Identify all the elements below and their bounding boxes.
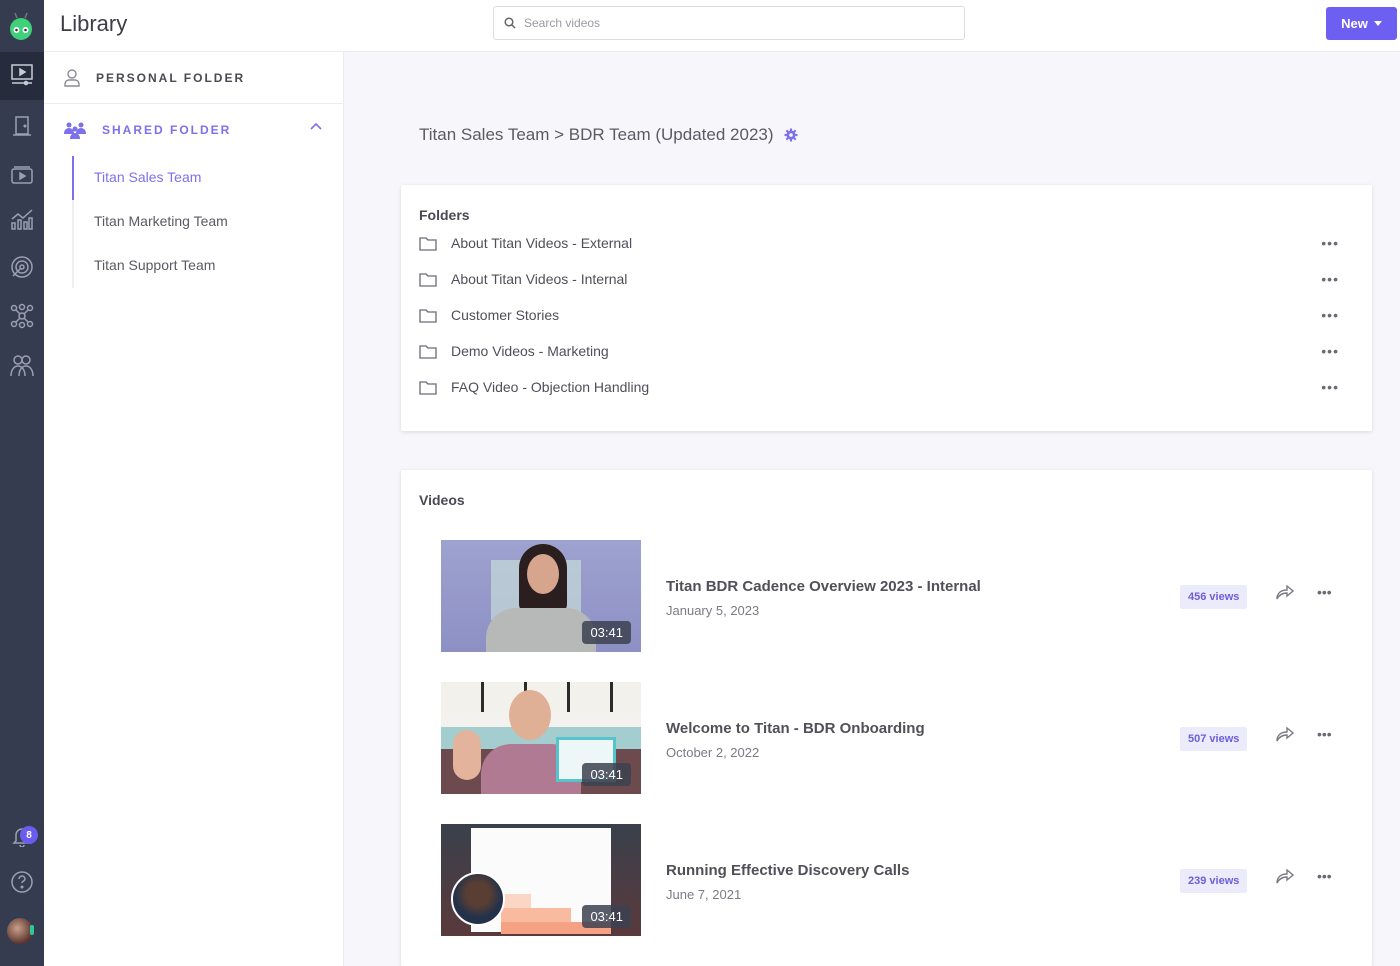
folder-name: Customer Stories bbox=[451, 307, 560, 323]
folder-name: About Titan Videos - External bbox=[451, 235, 633, 251]
folder-name: Demo Videos - Marketing bbox=[451, 343, 609, 359]
more-options-icon[interactable]: ••• bbox=[1321, 271, 1339, 287]
top-bar: Library Search videos New bbox=[44, 0, 1400, 52]
more-options-icon[interactable]: ••• bbox=[1321, 235, 1339, 251]
folder-row[interactable]: About Titan Videos - External ••• bbox=[419, 231, 1339, 255]
personal-folder-label: PERSONAL FOLDER bbox=[96, 70, 246, 85]
folder-icon bbox=[419, 272, 437, 287]
folder-name: FAQ Video - Objection Handling bbox=[451, 379, 650, 395]
views-badge: 507 views bbox=[1180, 727, 1248, 751]
personal-folder-section[interactable]: PERSONAL FOLDER bbox=[44, 52, 344, 104]
folder-row[interactable]: FAQ Video - Objection Handling ••• bbox=[419, 375, 1339, 399]
video-title[interactable]: Welcome to Titan - BDR Onboarding bbox=[666, 720, 925, 737]
analytics-icon[interactable] bbox=[6, 203, 38, 235]
more-options-icon[interactable]: ••• bbox=[1317, 584, 1332, 600]
shared-users-icon bbox=[64, 122, 86, 139]
views-badge: 456 views bbox=[1180, 585, 1248, 609]
icon-rail: 8 bbox=[0, 0, 44, 966]
playlist-icon[interactable] bbox=[6, 159, 38, 191]
new-button[interactable]: New bbox=[1326, 7, 1397, 40]
tree-line bbox=[72, 156, 74, 288]
folders-heading: Folders bbox=[419, 207, 470, 223]
more-options-icon[interactable]: ••• bbox=[1321, 307, 1339, 323]
person-icon bbox=[64, 68, 80, 87]
video-title[interactable]: Titan BDR Cadence Overview 2023 - Intern… bbox=[666, 578, 981, 595]
folder-panel: PERSONAL FOLDER SHARED FOLDER Titan Sale… bbox=[44, 52, 344, 966]
video-thumbnail[interactable]: 03:41 bbox=[441, 682, 641, 794]
share-icon[interactable] bbox=[1276, 585, 1294, 601]
video-thumbnail[interactable]: 03:41 bbox=[441, 540, 641, 652]
integrations-icon[interactable] bbox=[6, 300, 38, 332]
gear-icon[interactable] bbox=[784, 128, 798, 142]
notification-badge: 8 bbox=[20, 826, 38, 844]
video-row[interactable]: 03:41 Titan BDR Cadence Overview 2023 - … bbox=[441, 540, 1341, 652]
video-duration: 03:41 bbox=[582, 621, 631, 644]
share-icon[interactable] bbox=[1276, 727, 1294, 743]
videos-card: Videos 03:41 Titan BDR Cadence Overview … bbox=[401, 470, 1372, 966]
video-library-icon[interactable] bbox=[6, 58, 38, 90]
folder-icon bbox=[419, 344, 437, 359]
folder-icon bbox=[419, 308, 437, 323]
video-row[interactable]: 03:41 Welcome to Titan - BDR Onboarding … bbox=[441, 682, 1341, 794]
caret-down-icon bbox=[1373, 21, 1382, 26]
breadcrumb-path[interactable]: Titan Sales Team > BDR Team (Updated 202… bbox=[419, 125, 774, 145]
folder-row[interactable]: About Titan Videos - Internal ••• bbox=[419, 267, 1339, 291]
video-duration: 03:41 bbox=[582, 763, 631, 786]
online-status-indicator bbox=[30, 925, 34, 935]
more-options-icon[interactable]: ••• bbox=[1317, 868, 1332, 884]
shared-folder-label: SHARED FOLDER bbox=[102, 123, 232, 137]
folder-row[interactable]: Customer Stories ••• bbox=[419, 303, 1339, 327]
breadcrumb: Titan Sales Team > BDR Team (Updated 202… bbox=[419, 125, 798, 145]
folder-name: About Titan Videos - Internal bbox=[451, 271, 628, 287]
team-icon[interactable] bbox=[6, 349, 38, 381]
folder-icon bbox=[419, 380, 437, 395]
help-icon[interactable] bbox=[6, 866, 38, 898]
app-logo-icon[interactable] bbox=[5, 10, 37, 42]
search-input[interactable]: Search videos bbox=[493, 6, 965, 40]
video-duration: 03:41 bbox=[582, 905, 631, 928]
videos-heading: Videos bbox=[419, 492, 465, 508]
shared-folder-section[interactable]: SHARED FOLDER bbox=[44, 104, 344, 156]
views-badge: 239 views bbox=[1180, 869, 1248, 893]
shared-item-titan-sales-team[interactable]: Titan Sales Team bbox=[94, 169, 201, 185]
shared-item-titan-marketing-team[interactable]: Titan Marketing Team bbox=[94, 213, 228, 229]
share-icon[interactable] bbox=[1276, 869, 1294, 885]
new-button-label: New bbox=[1341, 16, 1368, 31]
more-options-icon[interactable]: ••• bbox=[1321, 343, 1339, 359]
video-date: June 7, 2021 bbox=[666, 887, 742, 902]
video-date: January 5, 2023 bbox=[666, 603, 760, 618]
door-icon[interactable] bbox=[6, 110, 38, 142]
chevron-up-icon[interactable] bbox=[310, 122, 322, 130]
more-options-icon[interactable]: ••• bbox=[1321, 379, 1339, 395]
folder-row[interactable]: Demo Videos - Marketing ••• bbox=[419, 339, 1339, 363]
target-icon[interactable] bbox=[6, 251, 38, 283]
video-thumbnail[interactable]: 03:41 bbox=[441, 824, 641, 936]
video-title[interactable]: Running Effective Discovery Calls bbox=[666, 862, 909, 879]
search-icon bbox=[504, 17, 516, 29]
video-row[interactable]: 03:41 Running Effective Discovery Calls … bbox=[441, 824, 1341, 936]
folders-card: Folders About Titan Videos - External ••… bbox=[401, 185, 1372, 431]
search-placeholder: Search videos bbox=[524, 16, 601, 30]
page-title: Library bbox=[60, 11, 128, 36]
shared-item-titan-support-team[interactable]: Titan Support Team bbox=[94, 257, 215, 273]
more-options-icon[interactable]: ••• bbox=[1317, 726, 1332, 742]
folder-icon bbox=[419, 236, 437, 251]
video-date: October 2, 2022 bbox=[666, 745, 760, 760]
active-indicator bbox=[72, 156, 74, 200]
